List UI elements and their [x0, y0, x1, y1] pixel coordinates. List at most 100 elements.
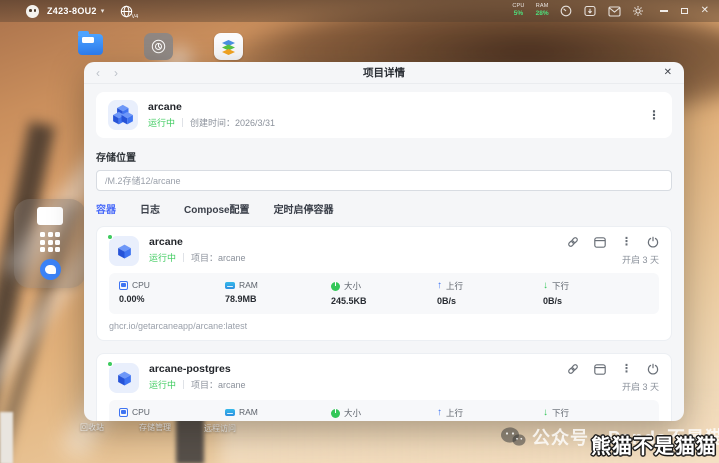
desktop-label-remote-access[interactable]: 远程访问 — [204, 423, 236, 434]
settings-gear-icon[interactable] — [632, 5, 645, 18]
disk-pie-icon — [331, 408, 340, 418]
stat-upload: ↑ 上行 0B/s — [437, 280, 543, 307]
stat-value: 78.9MB — [225, 294, 257, 304]
stat-label: 大小 — [344, 408, 362, 418]
container-cube-icon — [107, 234, 139, 266]
desktop-label-recycle-bin[interactable]: 回收站 — [80, 422, 104, 433]
dock-window-icon[interactable] — [37, 207, 63, 225]
stat-cpu: CPU 0.00% — [119, 407, 225, 421]
ram-stick-icon — [225, 281, 235, 289]
project-more-menu-icon[interactable]: ⋮ — [648, 109, 660, 121]
cpu-label: CPU — [512, 3, 525, 10]
window-maximize-button[interactable] — [680, 8, 688, 14]
stat-label: RAM — [239, 407, 258, 417]
ram-value: 28% — [535, 10, 549, 18]
docker-app-icon[interactable] — [214, 33, 243, 60]
stat-label: 下行 — [552, 408, 570, 418]
tab-logs[interactable]: 日志 — [140, 201, 160, 216]
file-manager-icon[interactable] — [78, 31, 103, 55]
performance-gauge-icon[interactable] — [560, 5, 573, 18]
stat-value: 0B/s — [437, 296, 457, 306]
stat-value: 245.5KB — [331, 296, 367, 306]
project-details-modal: 项目详情 ‹ › ✕ arcane 运行中 创建时间：2026/3/31 ⋮ 存… — [84, 62, 684, 421]
stat-label: CPU — [132, 407, 150, 417]
system-topbar: Z423-8OU2 ▾ V4 CPU 5% RAM 28% ✕ — [0, 0, 719, 22]
desktop-label-storage-manager[interactable]: 存储管理 — [139, 422, 171, 433]
tab-label: 日志 — [140, 205, 160, 216]
link-icon[interactable] — [567, 236, 579, 248]
divider — [183, 253, 185, 262]
arrow-down-icon: ↓ — [543, 407, 548, 418]
container-project: 项目：arcane — [191, 380, 246, 390]
stat-cpu: CPU 0.00% — [119, 280, 225, 306]
stat-ram: RAM 25.8MB — [225, 407, 331, 421]
wallpaper-edge — [0, 412, 13, 463]
window-close-button[interactable]: ✕ — [701, 6, 709, 16]
tab-label: 容器 — [96, 205, 116, 216]
power-icon[interactable] — [647, 236, 659, 248]
power-icon[interactable] — [647, 363, 659, 375]
link-icon[interactable] — [567, 363, 579, 375]
container-card-arcane: arcane 运行中 项目：arcane ⋮ 开启 3 天 CPU 0.00% … — [96, 226, 672, 341]
modal-title: 项目详情 — [363, 67, 405, 79]
stat-label: 上行 — [446, 281, 464, 291]
stat-value: 0B/s — [543, 296, 563, 306]
stat-label: RAM — [239, 280, 258, 290]
arrow-down-icon: ↓ — [543, 280, 548, 291]
container-status: 运行中 — [149, 253, 177, 263]
network-version-label: V4 — [131, 13, 139, 20]
cpu-chip-icon — [119, 407, 128, 417]
container-stats: CPU 0.00% RAM 25.8MB 大小 274KB — [109, 400, 659, 421]
tab-compose-config[interactable]: Compose配置 — [184, 201, 250, 216]
detail-tabs: 容器 日志 Compose配置 定时启停容器 — [96, 201, 672, 216]
brand-logo-icon — [26, 4, 39, 18]
arrow-up-icon: ↑ — [437, 407, 442, 418]
dock-assistant-icon[interactable] — [39, 259, 61, 280]
transfer-tasks-icon[interactable] — [584, 5, 597, 18]
chevron-down-icon[interactable]: ▾ — [101, 7, 105, 15]
stat-value: 0.00% — [119, 294, 145, 304]
storage-location-label: 存储位置 — [96, 153, 136, 164]
screen: Z423-8OU2 ▾ V4 CPU 5% RAM 28% ✕ 项目详情 ‹ ›… — [0, 0, 719, 463]
container-card-arcane-postgres: arcane-postgres 运行中 项目：arcane ⋮ 开启 3 天 C… — [96, 353, 672, 421]
container-cube-icon — [107, 361, 139, 393]
desktop-dock — [14, 199, 86, 288]
window-minimize-button[interactable] — [659, 10, 668, 12]
stat-label: 大小 — [344, 281, 362, 291]
device-name[interactable]: Z423-8OU2 — [47, 6, 97, 16]
modal-header: 项目详情 ‹ › ✕ — [84, 62, 684, 84]
status-dot — [107, 361, 113, 367]
tab-containers[interactable]: 容器 — [96, 201, 116, 216]
arrow-up-icon: ↑ — [437, 280, 442, 291]
divider — [183, 380, 185, 389]
messages-icon[interactable] — [608, 5, 621, 18]
container-uptime: 开启 3 天 — [621, 255, 659, 265]
container-more-menu-icon[interactable]: ⋮ — [621, 236, 632, 248]
divider — [182, 118, 184, 127]
stat-label: 上行 — [446, 408, 464, 418]
storage-location-input[interactable] — [96, 170, 672, 191]
project-stack-icon — [108, 100, 138, 130]
stat-upload: ↑ 上行 0B/s — [437, 407, 543, 421]
stat-size: 大小 274KB — [331, 407, 437, 421]
dock-app-grid-icon[interactable] — [40, 232, 60, 252]
stat-label: CPU — [132, 280, 150, 290]
cpu-meter[interactable]: CPU 5% — [512, 4, 524, 18]
wechat-icon — [501, 427, 526, 446]
ram-meter[interactable]: RAM 28% — [536, 4, 549, 18]
project-created-time: 创建时间：2026/3/31 — [190, 118, 276, 128]
container-status: 运行中 — [149, 380, 177, 390]
terminal-window-icon[interactable] — [594, 363, 606, 375]
tab-scheduled-start-stop[interactable]: 定时启停容器 — [274, 201, 334, 216]
container-project: 项目：arcane — [191, 253, 246, 263]
status-dot — [107, 234, 113, 240]
terminal-window-icon[interactable] — [594, 236, 606, 248]
modal-close-icon[interactable]: ✕ — [664, 67, 672, 78]
stat-download: ↓ 下行 0B/s — [543, 407, 649, 421]
container-name: arcane — [149, 236, 183, 248]
ram-stick-icon — [225, 408, 235, 416]
network-globe-icon[interactable]: V4 — [120, 4, 139, 20]
control-center-icon[interactable] — [144, 33, 173, 60]
cpu-chip-icon — [119, 280, 128, 290]
container-more-menu-icon[interactable]: ⋮ — [621, 363, 632, 375]
